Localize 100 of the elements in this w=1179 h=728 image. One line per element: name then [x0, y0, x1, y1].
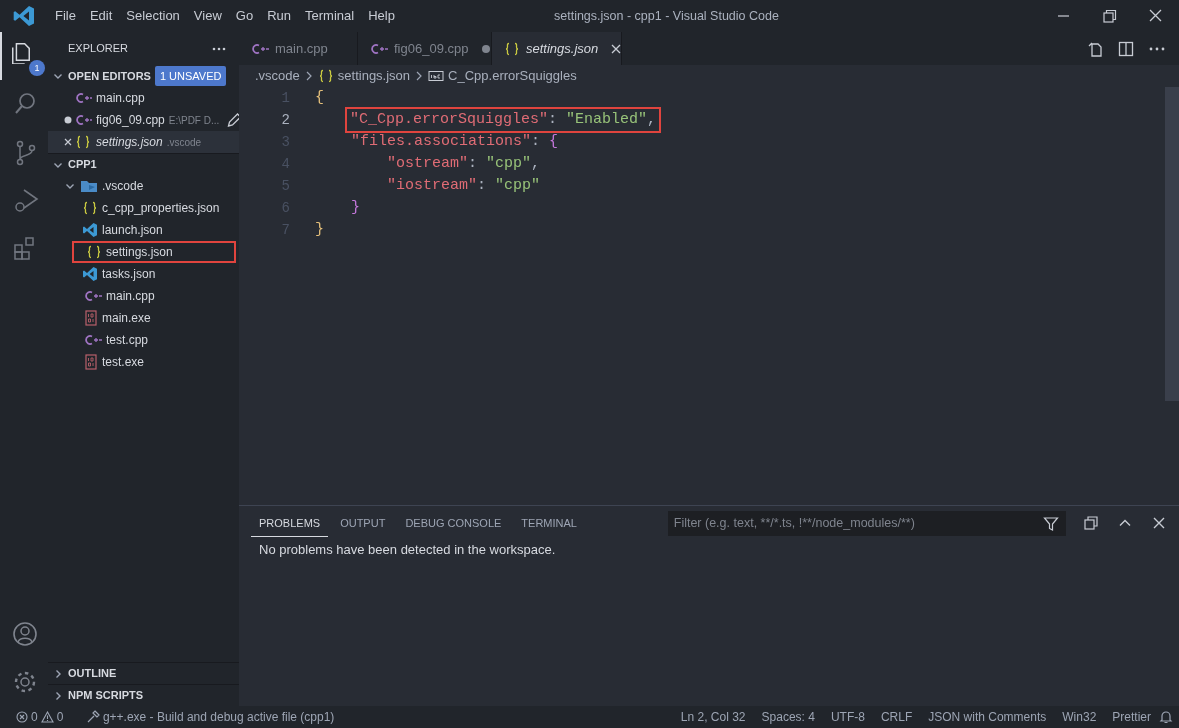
section-header[interactable]: CPP1: [68, 156, 97, 173]
file-name: test.cpp: [106, 332, 149, 349]
tree-item[interactable]: c_cpp_properties.json: [48, 197, 239, 219]
tree-item[interactable]: launch.json: [48, 219, 239, 241]
tree-item[interactable]: .vscode: [48, 175, 239, 197]
close-icon[interactable]: [64, 138, 72, 146]
tree-item[interactable]: settings.json: [72, 241, 236, 263]
braces-icon: [76, 135, 92, 149]
code-token: :: [468, 154, 479, 174]
panel-tab[interactable]: DEBUG CONSOLE: [397, 509, 510, 537]
file-path: E:\PDF D...: [168, 113, 220, 128]
cpp-file-icon: [76, 92, 92, 104]
more-actions-icon[interactable]: [1148, 45, 1166, 52]
binary-file-icon: [84, 354, 98, 370]
count-badge: 1: [29, 60, 45, 76]
window-title: settings.json - cpp1 - Visual Studio Code: [553, 7, 780, 25]
filter-field[interactable]: Filter (e.g. text, **/*.ts, !**/node_modules/**): [667, 510, 1066, 536]
code-token: ,: [647, 110, 657, 130]
more-actions-icon[interactable]: [211, 45, 227, 52]
status-item[interactable]: Prettier: [1104, 708, 1159, 726]
binary-file-icon: [84, 310, 98, 326]
folder-icon: [80, 179, 98, 193]
menu-item[interactable]: File: [48, 6, 83, 26]
code-token: {: [315, 88, 324, 108]
task-status[interactable]: g++.exe - Build and debug active file (cpp1): [77, 708, 343, 726]
status-item[interactable]: Spaces: 4: [753, 708, 823, 726]
menu-item[interactable]: Help: [361, 6, 402, 26]
code-token: :: [548, 110, 559, 130]
error-icon: [16, 711, 28, 723]
panel-tab[interactable]: TERMINAL: [513, 509, 585, 537]
menu-item[interactable]: Terminal: [298, 6, 362, 26]
problems-status[interactable]: 0 0: [8, 708, 72, 726]
bell-icon[interactable]: [1159, 710, 1173, 724]
code-token: }: [351, 198, 360, 218]
status-item[interactable]: CRLF: [872, 708, 921, 726]
braces-icon: [86, 245, 102, 259]
tree-item[interactable]: test.cpp: [48, 329, 239, 351]
file-name: fig06_09.cpp: [96, 112, 165, 129]
open-editor-item[interactable]: main.cpp: [48, 87, 239, 109]
warning-icon: [40, 711, 54, 723]
code-token: }: [315, 220, 324, 240]
file-name: settings.json: [96, 134, 163, 151]
section-header[interactable]: OPEN EDITORS: [68, 67, 151, 85]
open-editor-item[interactable]: settings.json .vscode: [48, 131, 239, 153]
file-name: tasks.json: [102, 266, 156, 283]
breadcrumb-item[interactable]: C_Cpp.errorSquiggles: [448, 66, 577, 86]
code-token: :: [477, 176, 488, 196]
sidebar-title: EXPLORER: [68, 41, 128, 57]
tools-icon: [85, 710, 100, 724]
ribbon-icon: [82, 222, 98, 238]
code-token: "files.associations": [351, 132, 532, 152]
code-token: {: [549, 132, 559, 152]
unsaved-badge: 1 UNSAVED: [154, 65, 227, 87]
code-token: "cpp": [486, 154, 532, 174]
menu-item[interactable]: Selection: [119, 6, 187, 26]
split-editor-icon[interactable]: [1117, 39, 1135, 58]
tree-item[interactable]: tasks.json: [48, 263, 239, 285]
filter-icon[interactable]: [1042, 515, 1059, 532]
close-icon[interactable]: [1151, 516, 1166, 530]
menu-item[interactable]: Run: [260, 6, 298, 26]
section-header[interactable]: NPM SCRIPTS: [68, 687, 144, 704]
breadcrumb-item[interactable]: settings.json: [337, 66, 411, 86]
collapse-all-icon[interactable]: [1082, 515, 1099, 531]
tree-item[interactable]: main.cpp: [48, 285, 239, 307]
status-item[interactable]: UTF-8: [822, 708, 873, 726]
close-icon[interactable]: [610, 42, 623, 55]
code-token: ,: [531, 154, 541, 174]
panel-tab[interactable]: PROBLEMS: [251, 509, 329, 537]
pencil-icon[interactable]: [227, 112, 239, 128]
files-icon[interactable]: [10, 42, 32, 64]
status-item[interactable]: Ln 2, Col 32: [672, 708, 754, 726]
menu-item[interactable]: Go: [228, 6, 261, 26]
tree-item[interactable]: test.exe: [48, 351, 239, 373]
file-name: main.cpp: [106, 288, 155, 305]
status-item[interactable]: JSON with Comments: [920, 708, 1055, 726]
cpp-file-icon: [84, 334, 102, 346]
code-token: "Enabled": [566, 110, 648, 130]
menu-item[interactable]: View: [186, 6, 229, 26]
status-message: No problems have been detected in the workspace.: [258, 541, 557, 559]
braces-icon: [317, 69, 334, 83]
unsaved-dot-icon: [480, 42, 493, 55]
file-path: .vscode: [166, 135, 202, 150]
code-token: :: [531, 132, 542, 152]
editor-tab[interactable]: settings.json: [492, 32, 622, 65]
braces-icon: [504, 41, 520, 56]
section-header[interactable]: OUTLINE: [68, 665, 117, 682]
file-name: .vscode: [102, 178, 144, 195]
open-editor-item[interactable]: fig06_09.cpp E:\PDF D...: [48, 109, 239, 131]
editor-tab[interactable]: main.cpp: [239, 32, 358, 65]
account-icon[interactable]: [10, 619, 40, 649]
cpp-file-icon: [251, 42, 269, 55]
panel-tab[interactable]: OUTPUT: [332, 509, 394, 537]
tree-item[interactable]: main.exe: [48, 307, 239, 329]
menu-item[interactable]: Edit: [82, 6, 120, 26]
file-name: main.cpp: [96, 90, 145, 107]
file-name: launch.json: [102, 222, 163, 239]
breadcrumb-item[interactable]: .vscode: [255, 66, 300, 86]
cpp-file-icon: [84, 290, 102, 302]
status-item[interactable]: Win32: [1054, 708, 1105, 726]
code-token: "cpp": [495, 176, 541, 196]
